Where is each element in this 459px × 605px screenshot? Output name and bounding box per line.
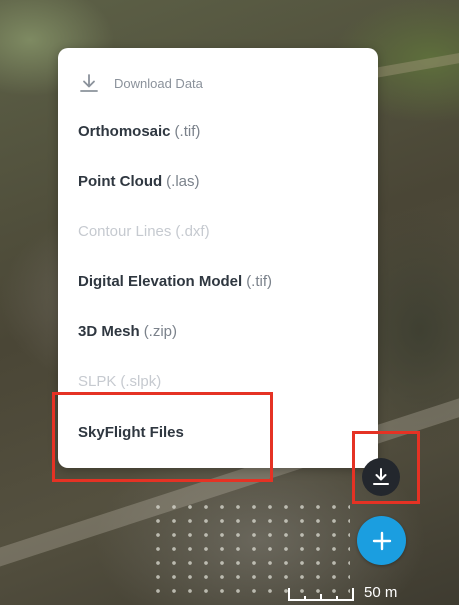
menu-item-orthomosaic[interactable]: Orthomosaic (.tif) xyxy=(78,120,200,144)
menu-item-point-cloud[interactable]: Point Cloud (.las) xyxy=(78,170,200,194)
menu-item-ext: (.dxf) xyxy=(175,223,210,240)
add-button[interactable] xyxy=(357,516,406,565)
menu-header: Download Data xyxy=(78,70,203,96)
scale-bar xyxy=(288,588,354,601)
menu-item-label: Point Cloud xyxy=(78,173,163,190)
scale-label: 50 m xyxy=(364,584,398,601)
menu-item-label: SLPK xyxy=(78,373,117,390)
menu-item-digital-elevation-model[interactable]: Digital Elevation Model (.tif) xyxy=(78,270,272,294)
menu-item-skyflight-files[interactable]: SkyFlight Files xyxy=(78,421,184,445)
download-data-menu: Download Data Orthomosaic (.tif) Point Cl… xyxy=(58,48,378,468)
menu-item-ext: (.slpk) xyxy=(120,373,162,390)
download-button[interactable] xyxy=(362,458,400,496)
menu-item-3d-mesh[interactable]: 3D Mesh (.zip) xyxy=(78,320,177,344)
menu-item-label: Orthomosaic xyxy=(78,123,171,140)
menu-item-label: 3D Mesh xyxy=(78,323,140,340)
map-scale: 50 m xyxy=(288,582,397,602)
menu-item-ext: (.tif) xyxy=(246,273,273,290)
plus-icon xyxy=(372,531,391,550)
menu-item-ext: (.zip) xyxy=(143,323,178,340)
menu-item-ext: (.tif) xyxy=(174,123,201,140)
menu-header-label: Download Data xyxy=(114,75,203,91)
menu-item-label: Contour Lines xyxy=(78,223,172,240)
menu-item-contour-lines: Contour Lines (.dxf) xyxy=(78,220,210,244)
menu-item-slpk: SLPK (.slpk) xyxy=(78,370,161,394)
download-icon xyxy=(80,74,98,92)
download-icon xyxy=(373,468,389,485)
menu-item-label: Digital Elevation Model xyxy=(78,273,243,290)
menu-item-label: SkyFlight Files xyxy=(78,424,184,441)
menu-item-ext: (.las) xyxy=(166,173,200,190)
